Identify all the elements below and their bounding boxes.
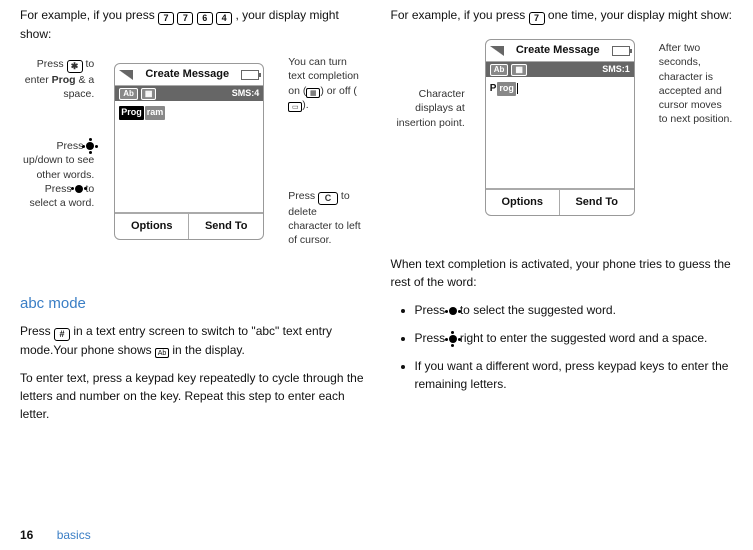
center-icon [449, 307, 457, 315]
softkey-row: Options Send To [115, 213, 263, 239]
center-icon [75, 185, 83, 193]
keycap-clear: C [318, 192, 338, 205]
phone-statusbar: Ab▦ SMS:1 [486, 62, 634, 78]
bullet-1: Press to select the suggested word. [415, 301, 736, 319]
completion-indicator: ▦ [511, 64, 527, 76]
section-label: basics [57, 528, 91, 542]
phone-statusbar: Ab▦ SMS:4 [115, 86, 263, 102]
abc-mode-heading: abc mode [20, 293, 365, 316]
phone-title: Create Message [516, 42, 600, 59]
keycap-7: 7 [177, 12, 193, 25]
callout-nav: Press up/down to see other words. Press … [22, 139, 94, 210]
bullet-3: If you want a different word, press keyp… [415, 357, 736, 393]
callout-delete: Press C to delete character to left of c… [288, 189, 362, 247]
keycap-4: 4 [216, 12, 232, 25]
phone-screen: Create Message Ab▦ SMS:1 Prog Options Se… [485, 39, 635, 216]
keycap-hash: # [54, 328, 70, 341]
softkey-sendto[interactable]: Send To [560, 189, 634, 215]
callout-star: Press ✱ to enter Prog & a space. [22, 57, 94, 101]
bullet-2: Press right to enter the suggested word … [415, 329, 736, 347]
page-number: 16 [20, 528, 33, 542]
left-column: For example, if you press 7 7 6 4 , your… [20, 6, 365, 550]
completion-indicator: ▦ [141, 88, 157, 100]
nav-icon [449, 335, 457, 343]
keycap-star: ✱ [67, 60, 83, 73]
bullet-list: Press to select the suggested word. Pres… [391, 301, 736, 393]
battery-icon [241, 70, 259, 80]
cursor-icon [517, 83, 518, 94]
phone-screen: Create Message Ab▦ SMS:4 Program Options… [114, 63, 264, 240]
keycap-6: 6 [197, 12, 213, 25]
typed-suggested: rog [497, 82, 516, 96]
phone-body: Program [115, 101, 263, 213]
keycap-7: 7 [158, 12, 174, 25]
signal-icon [119, 70, 133, 80]
mode-indicator: Ab [119, 88, 138, 100]
softkey-sendto[interactable]: Send To [189, 213, 263, 239]
typed-suggested: ram [145, 106, 166, 120]
right-intro: For example, if you press 7 one time, yo… [391, 6, 736, 25]
battery-icon [612, 46, 630, 56]
typed-char: P [490, 81, 497, 96]
typed-committed: Prog [119, 106, 144, 120]
abc-indicator-icon: Ab [155, 348, 169, 358]
phone-titlebar: Create Message [115, 64, 263, 86]
phone-body: Prog [486, 77, 634, 189]
softkey-options[interactable]: Options [486, 189, 560, 215]
sms-counter: SMS:1 [602, 63, 630, 77]
left-phone-diagram: Press ✱ to enter Prog & a space. Press u… [22, 53, 362, 279]
right-column: For example, if you press 7 one time, yo… [391, 6, 736, 550]
sms-counter: SMS:4 [232, 87, 260, 101]
keycap-7: 7 [529, 12, 545, 25]
softkey-row: Options Send To [486, 189, 634, 215]
phone-titlebar: Create Message [486, 40, 634, 62]
nav-icon [86, 142, 94, 150]
text: For example, if you press [20, 8, 158, 22]
abc-para-2: To enter text, press a keypad key repeat… [20, 369, 365, 423]
softkey-options[interactable]: Options [115, 213, 189, 239]
callout-insertion: Character displays at insertion point. [393, 87, 465, 130]
phone-title: Create Message [145, 66, 229, 83]
mode-indicator: Ab [490, 64, 509, 76]
right-phone-diagram: Character displays at insertion point. A… [393, 35, 733, 245]
completion-off-icon: ▭ [288, 102, 302, 112]
right-para-2: When text completion is activated, your … [391, 255, 736, 291]
completion-on-icon: ▦ [306, 88, 320, 98]
left-intro: For example, if you press 7 7 6 4 , your… [20, 6, 365, 43]
page-footer: 16 basics [20, 526, 91, 544]
signal-icon [490, 46, 504, 56]
abc-para-1: Press # in a text entry screen to switch… [20, 322, 365, 359]
callout-accepted: After two seconds, character is accepted… [659, 41, 733, 126]
callout-completion: You can turn text completion on (▦) or o… [288, 55, 362, 112]
